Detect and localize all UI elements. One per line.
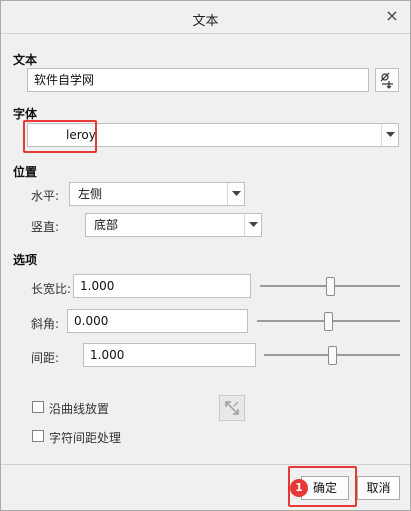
spacing-label: 间距: — [31, 351, 60, 365]
position-section-heading: 位置 — [13, 165, 38, 179]
slider-thumb[interactable] — [328, 346, 337, 365]
title-bar: 文本 × — [1, 1, 410, 34]
chevron-down-icon — [227, 183, 244, 205]
footer-divider — [1, 464, 410, 465]
text-section-heading: 文本 — [13, 53, 38, 67]
slant-slider[interactable] — [257, 309, 400, 333]
along-curve-label: 沿曲线放置 — [49, 402, 110, 416]
font-select-value: leroy — [66, 128, 96, 142]
char-spacing-checkbox[interactable] — [32, 430, 44, 442]
slider-thumb[interactable] — [326, 277, 335, 296]
along-curve-checkbox[interactable] — [32, 401, 44, 413]
slider-thumb[interactable] — [324, 312, 333, 331]
vertical-label: 竖直: — [31, 220, 60, 234]
flip-icon — [225, 401, 239, 415]
horizontal-label: 水平: — [31, 189, 60, 203]
dialog-title: 文本 — [192, 14, 219, 29]
step-badge: 1 — [290, 479, 308, 497]
aspect-ratio-input[interactable]: 1.000 — [73, 274, 251, 298]
symbol-button[interactable] — [375, 68, 399, 92]
aspect-ratio-label: 长宽比: — [31, 282, 72, 296]
slant-input[interactable]: 0.000 — [67, 309, 248, 333]
horizontal-select[interactable]: 左侧 — [69, 182, 245, 206]
vertical-select[interactable]: 底部 — [85, 213, 262, 237]
symbol-icon — [380, 72, 393, 89]
close-icon[interactable]: × — [384, 7, 400, 25]
font-select[interactable]: leroy — [27, 123, 399, 147]
flip-curve-button[interactable] — [219, 395, 245, 421]
chevron-down-icon — [381, 124, 398, 146]
slant-label: 斜角: — [31, 317, 60, 331]
cancel-button[interactable]: 取消 — [357, 476, 400, 500]
char-spacing-label: 字符间距处理 — [49, 431, 122, 445]
spacing-slider[interactable] — [264, 343, 400, 367]
spacing-input[interactable]: 1.000 — [83, 343, 256, 367]
horizontal-select-value: 左侧 — [78, 187, 103, 201]
chevron-down-icon — [244, 214, 261, 236]
text-input[interactable]: 软件自学网 — [27, 68, 369, 92]
aspect-ratio-slider[interactable] — [260, 274, 400, 298]
ok-button[interactable]: 确定 — [301, 476, 349, 500]
options-section-heading: 选项 — [13, 253, 38, 267]
font-section-heading: 字体 — [13, 107, 38, 121]
text-dialog: 文本 × 文本 软件自学网 字体 leroy 位置 水平: 左侧 竖直: 底部 — [0, 0, 411, 511]
vertical-select-value: 底部 — [94, 218, 119, 232]
